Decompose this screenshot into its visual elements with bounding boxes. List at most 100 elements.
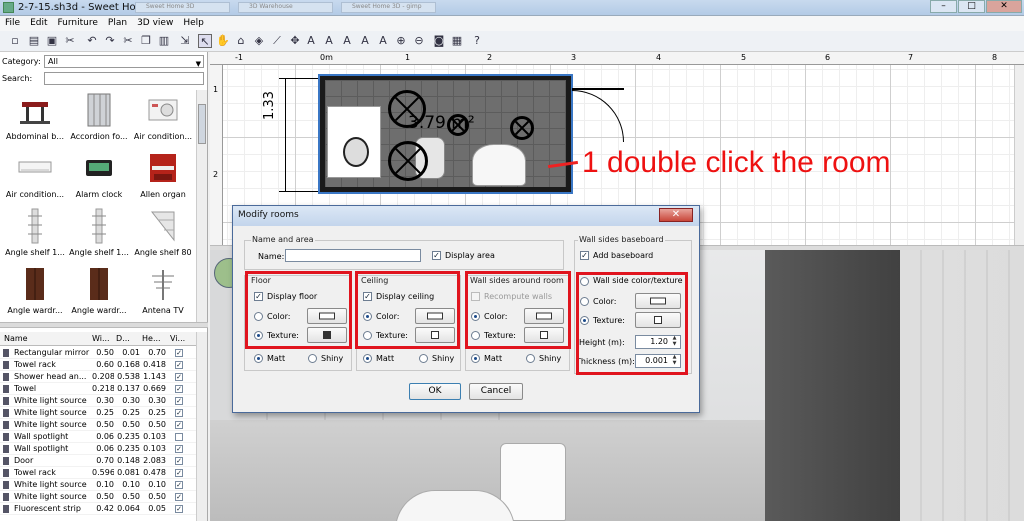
floor-shiny-radio[interactable] — [308, 354, 317, 363]
table-row[interactable]: Shower head an... 0.208 0.538 1.143 ✓ — [0, 371, 196, 383]
catalog-item[interactable]: Accordion fo... — [66, 92, 130, 150]
display-floor-checkbox[interactable]: ✓ — [254, 292, 263, 301]
dialog-close-button[interactable]: ✕ — [659, 208, 693, 222]
catalog-item[interactable]: Abdominal b... — [2, 92, 66, 150]
catalog-item[interactable]: Angle wardr... — [2, 266, 66, 322]
visible-checkbox[interactable]: ✓ — [175, 349, 183, 357]
ceiling-matt-radio[interactable] — [363, 354, 372, 363]
create-photo-icon[interactable]: ◙ — [432, 34, 446, 48]
catalog-scrollbar[interactable] — [196, 90, 207, 322]
paste-icon[interactable]: ▥ — [157, 34, 171, 48]
text-style-icon[interactable]: A — [322, 34, 336, 48]
cut-icon[interactable]: ✂ — [121, 34, 135, 48]
table-row[interactable]: White light source 0.10 0.10 0.10 ✓ — [0, 479, 196, 491]
visible-checkbox[interactable] — [175, 433, 183, 441]
create-walls-icon[interactable]: ⌂ — [234, 34, 248, 48]
column-header-height[interactable]: He... — [142, 334, 166, 343]
visible-checkbox[interactable]: ✓ — [175, 445, 183, 453]
display-ceiling-checkbox[interactable]: ✓ — [363, 292, 372, 301]
baseboard-color-button[interactable] — [635, 293, 681, 309]
recompute-walls-checkbox[interactable] — [471, 292, 480, 301]
visible-checkbox[interactable]: ✓ — [175, 457, 183, 465]
italic-text-icon[interactable]: A — [358, 34, 372, 48]
catalog-item[interactable]: Air condition... — [2, 150, 66, 208]
minimize-button[interactable]: – — [930, 0, 957, 13]
open-folder-icon[interactable]: ▤ — [27, 34, 41, 48]
table-row[interactable]: Towel rack 0.596 0.081 0.478 ✓ — [0, 467, 196, 479]
table-row[interactable]: Towel 0.218 0.137 0.669 ✓ — [0, 383, 196, 395]
help-icon[interactable]: ? — [470, 34, 484, 48]
close-button[interactable]: ✕ — [986, 0, 1022, 13]
walls-texture-radio[interactable] — [471, 331, 480, 340]
visible-checkbox[interactable]: ✓ — [175, 385, 183, 393]
taskbar-tab[interactable]: Sweet Home 3D - gimp — [341, 2, 436, 13]
bold-text-icon[interactable]: A — [340, 34, 354, 48]
light-source-icon[interactable] — [510, 116, 534, 140]
menu-furniture[interactable]: Furniture — [58, 16, 98, 31]
menu-file[interactable]: File — [5, 16, 20, 31]
floor-matt-radio[interactable] — [254, 354, 263, 363]
save-icon[interactable]: ▣ — [45, 34, 59, 48]
ceiling-texture-button[interactable] — [415, 327, 455, 343]
catalog-item[interactable]: Alarm clock — [66, 150, 130, 208]
create-video-icon[interactable]: ▦ — [450, 34, 464, 48]
visible-checkbox[interactable]: ✓ — [175, 421, 183, 429]
search-input[interactable] — [44, 72, 204, 85]
create-rooms-icon[interactable]: ◈ — [252, 34, 266, 48]
catalog-item[interactable]: Antena TV — [130, 266, 194, 322]
menu-edit[interactable]: Edit — [30, 16, 47, 31]
menu-plan[interactable]: Plan — [108, 16, 127, 31]
create-dimensions-icon[interactable]: ✥ — [288, 34, 302, 48]
category-select[interactable]: All ▼ — [44, 55, 204, 68]
washbasin[interactable] — [472, 144, 526, 186]
visible-checkbox[interactable]: ✓ — [175, 481, 183, 489]
add-furniture-icon[interactable]: ⇲ — [178, 34, 192, 48]
catalog-item[interactable]: Allen organ — [130, 150, 194, 208]
table-row[interactable]: White light source 0.25 0.25 0.25 ✓ — [0, 407, 196, 419]
text-size-icon[interactable]: A — [376, 34, 390, 48]
catalog-item[interactable]: Angle shelf 1... — [66, 208, 130, 266]
light-source-icon[interactable] — [388, 141, 428, 181]
floor-color-button[interactable] — [307, 308, 347, 324]
create-polylines-icon[interactable]: ⟋ — [270, 34, 284, 48]
table-row[interactable]: Wall spotlight 0.06 0.235 0.103 ✓ — [0, 443, 196, 455]
floor-texture-button[interactable] — [307, 327, 347, 343]
column-header-name[interactable]: Name — [4, 334, 84, 343]
add-text-icon[interactable]: A — [304, 34, 318, 48]
catalog-item[interactable]: Angle wardr... — [66, 266, 130, 322]
new-file-icon[interactable]: ▫ — [8, 34, 22, 48]
table-scrollbar[interactable] — [196, 332, 207, 521]
menu-3d-view[interactable]: 3D view — [137, 16, 173, 31]
select-mode-icon[interactable]: ↖ — [198, 34, 212, 48]
walls-color-button[interactable] — [524, 308, 564, 324]
ceiling-color-button[interactable] — [415, 308, 455, 324]
column-header-visible[interactable]: Vi... — [170, 334, 190, 343]
table-row[interactable]: Rectangular mirror 0.50 0.01 0.70 ✓ — [0, 347, 196, 359]
toilet[interactable] — [343, 137, 369, 167]
visible-checkbox[interactable]: ✓ — [175, 397, 183, 405]
column-header-width[interactable]: Wi... — [92, 334, 114, 343]
plan-scrollbar[interactable] — [1014, 65, 1024, 245]
table-row[interactable]: Wall spotlight 0.06 0.235 0.103 — [0, 431, 196, 443]
baseboard-texture-radio[interactable] — [580, 316, 589, 325]
column-header-depth[interactable]: D... — [116, 334, 138, 343]
baseboard-texture-button[interactable] — [635, 312, 681, 328]
copy-icon[interactable]: ❐ — [139, 34, 153, 48]
undo-icon[interactable]: ↶ — [85, 34, 99, 48]
table-row[interactable]: White light source 0.50 0.50 0.50 ✓ — [0, 419, 196, 431]
table-row[interactable]: Fluorescent strip 0.42 0.064 0.05 ✓ — [0, 503, 196, 515]
panel-splitter[interactable] — [0, 322, 208, 328]
taskbar-tab[interactable]: 3D Warehouse — [238, 2, 333, 13]
table-row[interactable]: White light source 0.50 0.50 0.50 ✓ — [0, 491, 196, 503]
scrollbar-thumb[interactable] — [198, 104, 206, 144]
baseboard-height-spinner[interactable]: 1.20 ▲ ▼ — [635, 335, 681, 349]
visible-checkbox[interactable]: ✓ — [175, 373, 183, 381]
add-baseboard-checkbox[interactable]: ✓ — [580, 251, 589, 260]
menu-help[interactable]: Help — [183, 16, 204, 31]
spinner-down-icon[interactable]: ▼ — [670, 361, 679, 366]
walls-color-radio[interactable] — [471, 312, 480, 321]
zoom-out-icon[interactable]: ⊖ — [412, 34, 426, 48]
spinner-down-icon[interactable]: ▼ — [670, 342, 679, 347]
catalog-item[interactable]: Angle shelf 1... — [2, 208, 66, 266]
preferences-icon[interactable]: ✂ — [63, 34, 77, 48]
